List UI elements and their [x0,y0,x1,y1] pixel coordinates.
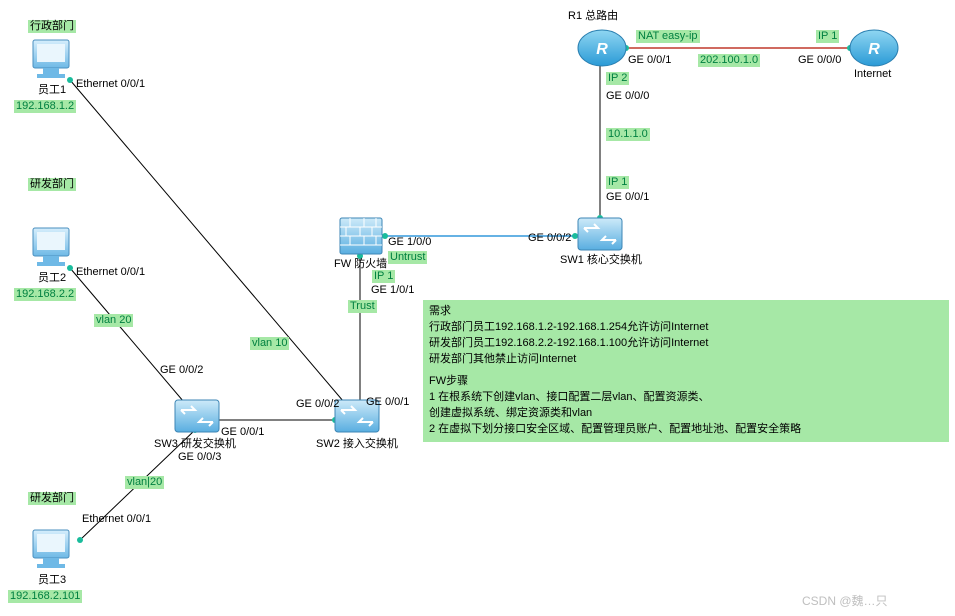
watermark: CSDN @魏…只 [802,594,888,608]
dept-label: 研发部门 [28,178,76,191]
notes-line: FW步骤 [429,374,943,390]
port-label: GE 1/0/0 [388,236,431,249]
nat-label: NAT easy-ip [636,30,700,43]
svg-text:R: R [596,41,608,58]
topology-canvas: R R 行政部门 员工1 192.168.1.2 Ethernet 0/0/1 … [0,0,955,616]
host-ip: 192.168.2.101 [8,590,82,603]
ip-tag: IP 2 [606,72,629,85]
port-label: GE 0/0/0 [606,90,649,103]
iface-label: Ethernet 0/0/1 [76,78,145,91]
notes-line: 2 在虚拟下划分接口安全区域、配置管理员账户、配置地址池、配置安全策略 [429,422,943,438]
zone-label: Untrust [388,251,427,264]
firewall-icon [340,218,382,254]
net-label: 10.1.1.0 [606,128,650,141]
switch-icon [175,400,219,432]
host-ip: 192.168.1.2 [14,100,76,113]
device-name: SW1 核心交换机 [560,254,642,267]
port-label: GE 0/0/1 [606,191,649,204]
notes-line: 1 在根系统下创建vlan、接口配置二层vlan、配置资源类、 [429,390,943,406]
dept-label: 行政部门 [28,20,76,33]
port-label: GE 0/0/2 [528,232,571,245]
notes-line: 研发部门员工192.168.2.2-192.168.1.100允许访问Inter… [429,336,943,352]
net-label: 202.100.1.0 [698,54,760,67]
port-label: GE 1/0/1 [371,284,414,297]
router-icon: R [578,30,626,66]
ip-tag: IP 1 [816,30,839,43]
ip-tag: IP 1 [606,176,629,189]
host-ip: 192.168.2.2 [14,288,76,301]
pc-icon [33,40,69,78]
port-label: GE 0/0/3 [178,451,221,464]
vlan-label: vlan 10 [250,337,289,350]
device-name: Internet [854,68,891,81]
zone-label: Trust [348,300,377,313]
pc-icon [33,228,69,266]
iface-label: Ethernet 0/0/1 [76,266,145,279]
switch-icon [578,218,622,250]
vlan-label: vlan|20 [125,476,164,489]
port-label: GE 0/0/1 [628,54,671,67]
port-label: GE 0/0/2 [160,364,203,377]
vlan-label: vlan 20 [94,314,133,327]
dept-label: 研发部门 [28,492,76,505]
port-label: GE 0/0/0 [798,54,841,67]
ip-tag: IP 1 [372,270,395,283]
notes-line: 需求 [429,304,943,320]
device-name: R1 总路由 [568,10,618,23]
notes-line: 行政部门员工192.168.1.2-192.168.1.254允许访问Inter… [429,320,943,336]
iface-label: Ethernet 0/0/1 [82,513,151,526]
notes-line: 创建虚拟系统、绑定资源类和vlan [429,406,943,422]
device-name: SW3 研发交换机 [154,438,236,451]
svg-text:R: R [868,41,880,58]
port-label: GE 0/0/1 [366,396,409,409]
router-icon: R [850,30,898,66]
notes-block: 需求 行政部门员工192.168.1.2-192.168.1.254允许访问In… [423,300,949,442]
device-name: SW2 接入交换机 [316,438,398,451]
host-name: 员工1 [38,84,66,97]
host-name: 员工2 [38,272,66,285]
host-name: 员工3 [38,574,66,587]
pc-icon [33,530,69,568]
port-label: GE 0/0/2 [296,398,339,411]
notes-line: 研发部门其他禁止访问Internet [429,352,943,368]
